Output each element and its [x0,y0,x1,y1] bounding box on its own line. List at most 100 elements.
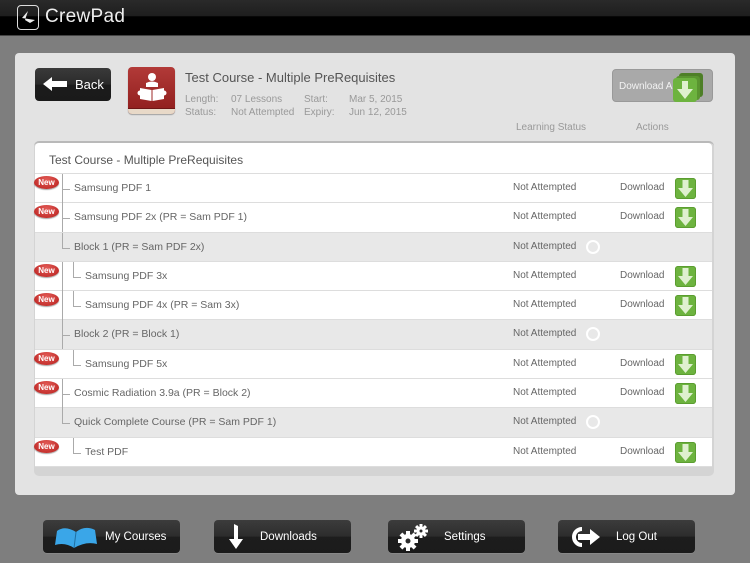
row-download-link[interactable]: Download [620,182,664,193]
download-icon[interactable] [675,178,696,199]
row-learning-status: Not Attempted [513,445,577,457]
row-name: Quick Complete Course (PR = Sam PDF 1) [74,416,277,429]
row-learning-status: Not Attempted [513,387,577,399]
new-badge: New [34,205,59,219]
download-icon[interactable] [675,441,696,463]
list-lesson-row[interactable]: New Samsung PDF 4x (PR = Sam 3x) Not Attem… [34,291,712,321]
nav-log-out-label: Log Out [616,531,657,543]
tree-connector [62,247,70,249]
status-label: Status: [185,107,217,118]
list-lesson-row[interactable]: New Samsung PDF 2x (PR = Sam PDF 1) Not At… [34,203,712,233]
column-header-learning-status: Learning Status [516,122,587,133]
list-lesson-row[interactable]: New Samsung PDF 5x Not Attempted Download [34,349,712,380]
list-block-row[interactable]: Quick Complete Course (PR = Sam PDF 1) No… [35,408,712,438]
row-learning-status: Not Attempted [513,240,577,252]
tree-connector [73,276,81,278]
nav-my-courses-button[interactable]: My Courses [43,520,180,553]
tree-connector [62,408,63,424]
row-name: Test PDF [85,445,129,458]
row-learning-status: Not Attempted [513,357,577,369]
status-circle-icon [586,327,600,342]
row-download-link[interactable]: Download [620,358,664,369]
tree-connector [73,261,74,277]
start-value: Mar 5, 2015 [349,94,403,105]
nav-downloads-button[interactable]: Downloads [214,520,351,553]
list-lesson-row[interactable]: New Samsung PDF 1 Not Attempted Download [34,174,712,204]
list-lesson-row[interactable]: New Test PDF Not Attempted Download [34,437,712,467]
row-download-link[interactable]: Download [620,270,664,281]
download-arrow-icon [229,524,243,549]
new-badge: New [34,176,59,189]
download-icon[interactable] [675,295,696,317]
list-lesson-row[interactable]: New Samsung PDF 3x Not Attempted Download [34,261,712,292]
back-label: Back [75,77,104,92]
open-book-icon [55,527,97,549]
app-title: CrewPad [45,6,126,27]
download-stack-icon [673,78,697,102]
column-header-actions: Actions [636,122,669,133]
row-download-link[interactable]: Download [620,211,664,222]
top-bar: CrewPad [0,0,750,36]
new-badge: New [34,351,59,365]
row-name: Block 2 (PR = Block 1) [74,328,180,341]
row-learning-status: Not Attempted [513,269,577,281]
tree-connector [73,291,74,307]
lesson-list: Test Course - Multiple PreRequisites New… [34,141,714,476]
status-circle-icon [586,415,600,430]
new-badge: New [34,263,59,277]
status-value: Not Attempted [231,107,295,118]
download-icon[interactable] [675,353,696,375]
row-learning-status: Not Attempted [513,211,577,223]
arrow-left-icon [43,77,67,91]
course-book-icon [128,67,175,114]
new-badge: New [34,439,59,453]
nav-log-out-button[interactable]: Log Out [558,520,695,553]
row-name: Samsung PDF 5x [85,357,168,370]
tree-connector [62,261,63,291]
nav-settings-button[interactable]: Settings [388,520,525,553]
list-lesson-row[interactable]: New Cosmic Radiation 3.9a (PR = Block 2) N… [34,379,712,409]
nav-downloads-label: Downloads [260,531,317,543]
row-learning-status: Not Attempted [513,328,577,340]
download-all-label: Download All [619,81,677,92]
row-name: Samsung PDF 1 [74,182,152,194]
tree-connector [73,452,81,454]
tree-connector [62,291,63,321]
tree-connector [62,218,70,220]
nav-my-courses-label: My Courses [105,531,167,543]
row-learning-status: Not Attempted [513,182,577,193]
row-name: Samsung PDF 3x [85,269,168,282]
row-learning-status: Not Attempted [513,299,577,311]
tree-connector [73,349,74,365]
length-label: Length: [185,94,219,105]
tree-connector [62,394,70,396]
download-icon[interactable] [675,383,696,405]
list-block-row[interactable]: Block 1 (PR = Sam PDF 2x) Not Attempted [35,232,712,262]
row-download-link[interactable]: Download [620,387,664,398]
tree-connector [62,335,70,337]
back-button[interactable]: Back [35,68,111,101]
row-name: Samsung PDF 4x (PR = Sam 3x) [85,299,240,312]
expiry-label: Expiry: [304,107,335,118]
course-title: Test Course - Multiple PreRequisites [185,70,396,85]
tree-connector [73,437,74,453]
log-out-icon [572,527,600,547]
length-value: 07 Lessons [231,94,283,105]
tree-connector [73,306,81,308]
start-label: Start: [304,94,328,105]
course-detail-panel: Back Test Course - Multiple PreRequisite… [15,53,735,495]
row-learning-status: Not Attempted [513,416,577,428]
status-circle-icon [586,239,600,254]
crewpad-logo-icon [17,5,39,30]
row-download-link[interactable]: Download [620,299,664,310]
download-all-button[interactable]: Download All [612,69,713,102]
download-icon[interactable] [675,265,696,287]
list-block-row[interactable]: Block 2 (PR = Block 1) Not Attempted [35,320,712,350]
tree-connector [73,364,81,366]
new-badge: New [34,381,59,395]
row-name: Block 1 (PR = Sam PDF 2x) [74,240,205,253]
tree-connector [62,189,70,190]
list-header: Test Course - Multiple PreRequisites [35,143,712,174]
download-icon[interactable] [675,207,696,229]
row-download-link[interactable]: Download [620,446,664,457]
